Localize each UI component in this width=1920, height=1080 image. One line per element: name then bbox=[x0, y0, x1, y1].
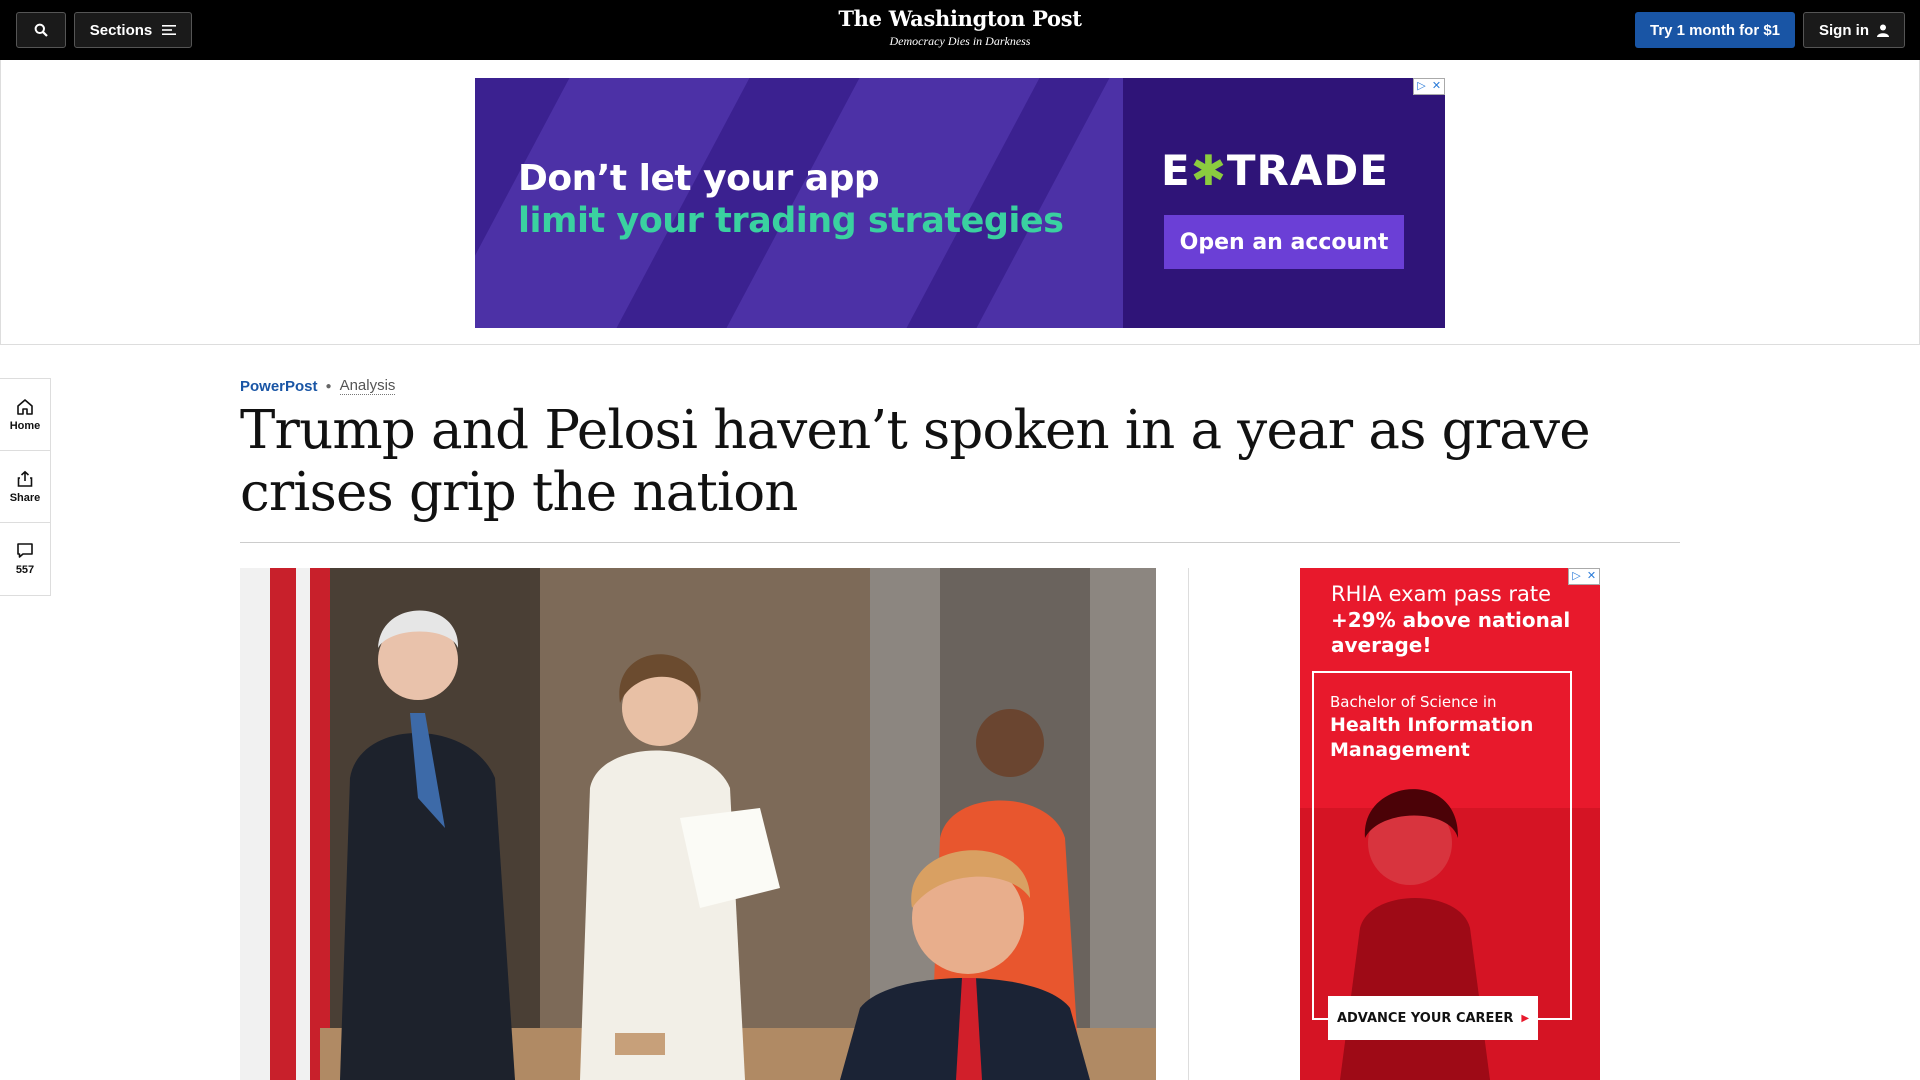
side-ad-line-4: Health Information Management bbox=[1330, 714, 1534, 761]
header-divider bbox=[240, 542, 1680, 543]
sections-label: Sections bbox=[89, 21, 153, 39]
logo-x-mark: ✱ bbox=[1190, 146, 1227, 195]
close-ad-icon[interactable]: ✕ bbox=[1429, 79, 1444, 94]
rail-home-label: Home bbox=[9, 419, 41, 432]
rail-home-button[interactable]: Home bbox=[0, 379, 50, 451]
side-ad-line-2: +29% above national average! bbox=[1331, 608, 1571, 657]
sign-in-label: Sign in bbox=[1819, 21, 1869, 39]
ad-headline-2: limit your trading strategies bbox=[518, 201, 1064, 241]
kicker-separator: ● bbox=[325, 380, 332, 392]
sign-in-button[interactable]: Sign in bbox=[1803, 12, 1905, 48]
open-account-button[interactable]: Open an account bbox=[1164, 215, 1404, 269]
comment-icon bbox=[17, 543, 33, 558]
adchoices-icon[interactable]: ▷ bbox=[1569, 569, 1584, 584]
rail-share-button[interactable]: Share bbox=[0, 451, 50, 523]
etrade-logo: E✱TRADE bbox=[1161, 146, 1389, 195]
adchoices-icon[interactable]: ▷ bbox=[1414, 79, 1429, 94]
cta-label: ADVANCE YOUR CAREER bbox=[1336, 1010, 1514, 1026]
side-ad-line-3: Bachelor of Science in bbox=[1330, 693, 1497, 711]
article-kicker: PowerPost ● Analysis bbox=[240, 377, 396, 395]
side-ad-line-1: RHIA exam pass rate bbox=[1331, 582, 1552, 606]
rail-comments-button[interactable]: 557 bbox=[0, 523, 50, 595]
advance-career-button[interactable]: ADVANCE YOUR CAREER ▶ bbox=[1328, 996, 1538, 1040]
lead-photo[interactable] bbox=[240, 568, 1156, 1080]
search-button[interactable] bbox=[16, 12, 66, 48]
logo-part: E bbox=[1161, 146, 1191, 195]
search-icon bbox=[34, 23, 48, 37]
section-link[interactable]: PowerPost bbox=[240, 378, 318, 395]
photo-illustration bbox=[240, 568, 1156, 1080]
left-rail: Home Share 557 bbox=[0, 378, 51, 596]
close-ad-icon[interactable]: ✕ bbox=[1584, 569, 1599, 584]
sidebar-ad[interactable]: RHIA exam pass rate +29% above national … bbox=[1300, 568, 1600, 1080]
ad-right-panel bbox=[1123, 78, 1445, 328]
article-headline: Trump and Pelosi haven’t spoken in a yea… bbox=[240, 400, 1591, 523]
logo-text: The Washington Post bbox=[838, 6, 1082, 31]
comments-count: 557 bbox=[15, 564, 35, 576]
column-divider bbox=[1188, 568, 1189, 1080]
analysis-label[interactable]: Analysis bbox=[339, 377, 396, 395]
menu-icon bbox=[162, 25, 177, 35]
chevron-right-icon: ▶ bbox=[1521, 1012, 1530, 1024]
rail-share-label: Share bbox=[9, 491, 41, 504]
logo-part: TRADE bbox=[1226, 146, 1389, 195]
masthead-logo[interactable]: The Washington Post Democracy Dies in Da… bbox=[760, 6, 1160, 49]
adchoices-badge[interactable]: ▷ ✕ bbox=[1568, 568, 1600, 585]
banner-ad[interactable]: Don’t let your app limit your trading st… bbox=[475, 78, 1445, 328]
top-nav: Sections The Washington Post Democracy D… bbox=[0, 0, 1920, 60]
adchoices-badge[interactable]: ▷ ✕ bbox=[1413, 78, 1445, 95]
home-icon bbox=[17, 398, 33, 415]
ad-headline-1: Don’t let your app bbox=[518, 158, 880, 199]
share-icon bbox=[17, 470, 33, 487]
sections-button[interactable]: Sections bbox=[74, 12, 192, 48]
tagline: Democracy Dies in Darkness bbox=[889, 34, 1031, 48]
user-icon bbox=[1877, 24, 1889, 37]
subscribe-button[interactable]: Try 1 month for $1 bbox=[1635, 12, 1795, 48]
